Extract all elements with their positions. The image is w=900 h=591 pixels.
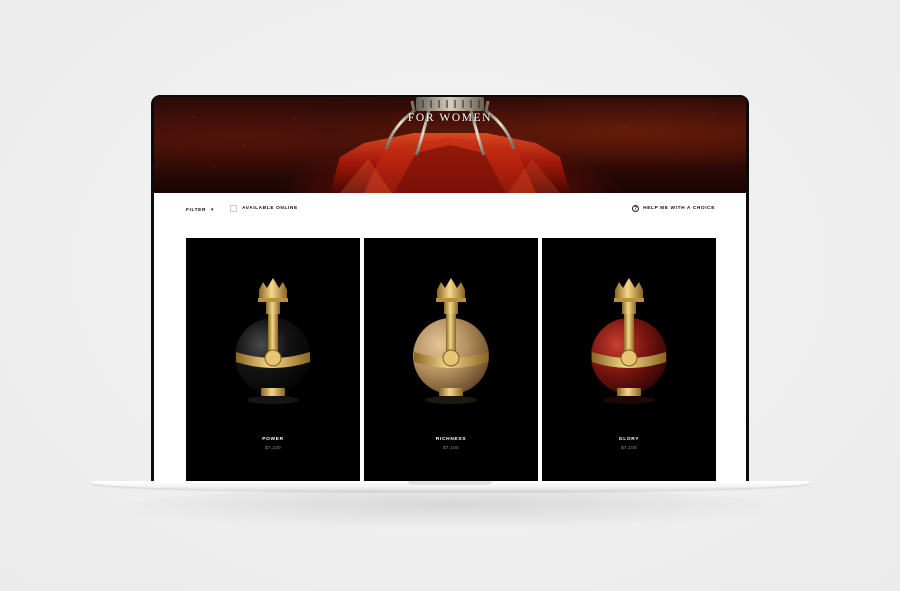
product-card-richness[interactable]: RICHNESS $7,100: [364, 238, 538, 484]
help-choice-link[interactable]: ? HELP ME WITH A CHOICE: [632, 205, 715, 212]
product-grid: POWER $7,100 RICHNESS $7,100 GLORY $7,10…: [186, 238, 716, 484]
product-price: $7,100: [265, 445, 281, 450]
product-name: GLORY: [618, 437, 640, 442]
page-title: FOR WOMEN: [407, 112, 493, 124]
laptop-shadow: [120, 488, 780, 528]
website-viewport: FOR WOMEN FILTER ▾ AVAILABLE ONLINE ? HE…: [154, 97, 746, 484]
filter-dropdown[interactable]: FILTER ▾: [186, 207, 214, 214]
laptop-opening-notch: [408, 481, 492, 485]
presentation-background: FOR WOMEN FILTER ▾ AVAILABLE ONLINE ? HE…: [0, 0, 900, 591]
product-price: $7,100: [443, 445, 459, 450]
hero-banner: FOR WOMEN: [154, 97, 746, 193]
help-choice-label: HELP ME WITH A CHOICE: [643, 206, 715, 211]
available-online-checkbox[interactable]: [230, 205, 237, 212]
product-card-glory[interactable]: GLORY $7,100: [542, 238, 716, 484]
product-price: $7,100: [621, 445, 637, 450]
laptop-screen-bezel: FOR WOMEN FILTER ▾ AVAILABLE ONLINE ? HE…: [151, 95, 749, 484]
available-online-toggle[interactable]: AVAILABLE ONLINE: [230, 205, 298, 212]
available-online-label: AVAILABLE ONLINE: [242, 206, 298, 211]
chevron-down-icon: ▾: [211, 207, 214, 213]
product-name: POWER: [262, 437, 284, 442]
perfume-bottle-image: [591, 278, 667, 404]
filter-toolbar: FILTER ▾ AVAILABLE ONLINE ? HELP ME WITH…: [154, 193, 746, 238]
filter-label: FILTER: [186, 208, 207, 213]
product-name: RICHNESS: [435, 437, 467, 442]
product-card-power[interactable]: POWER $7,100: [186, 238, 360, 484]
perfume-bottle-image: [235, 278, 311, 404]
perfume-bottle-image: [413, 278, 489, 404]
question-icon: ?: [632, 205, 640, 212]
